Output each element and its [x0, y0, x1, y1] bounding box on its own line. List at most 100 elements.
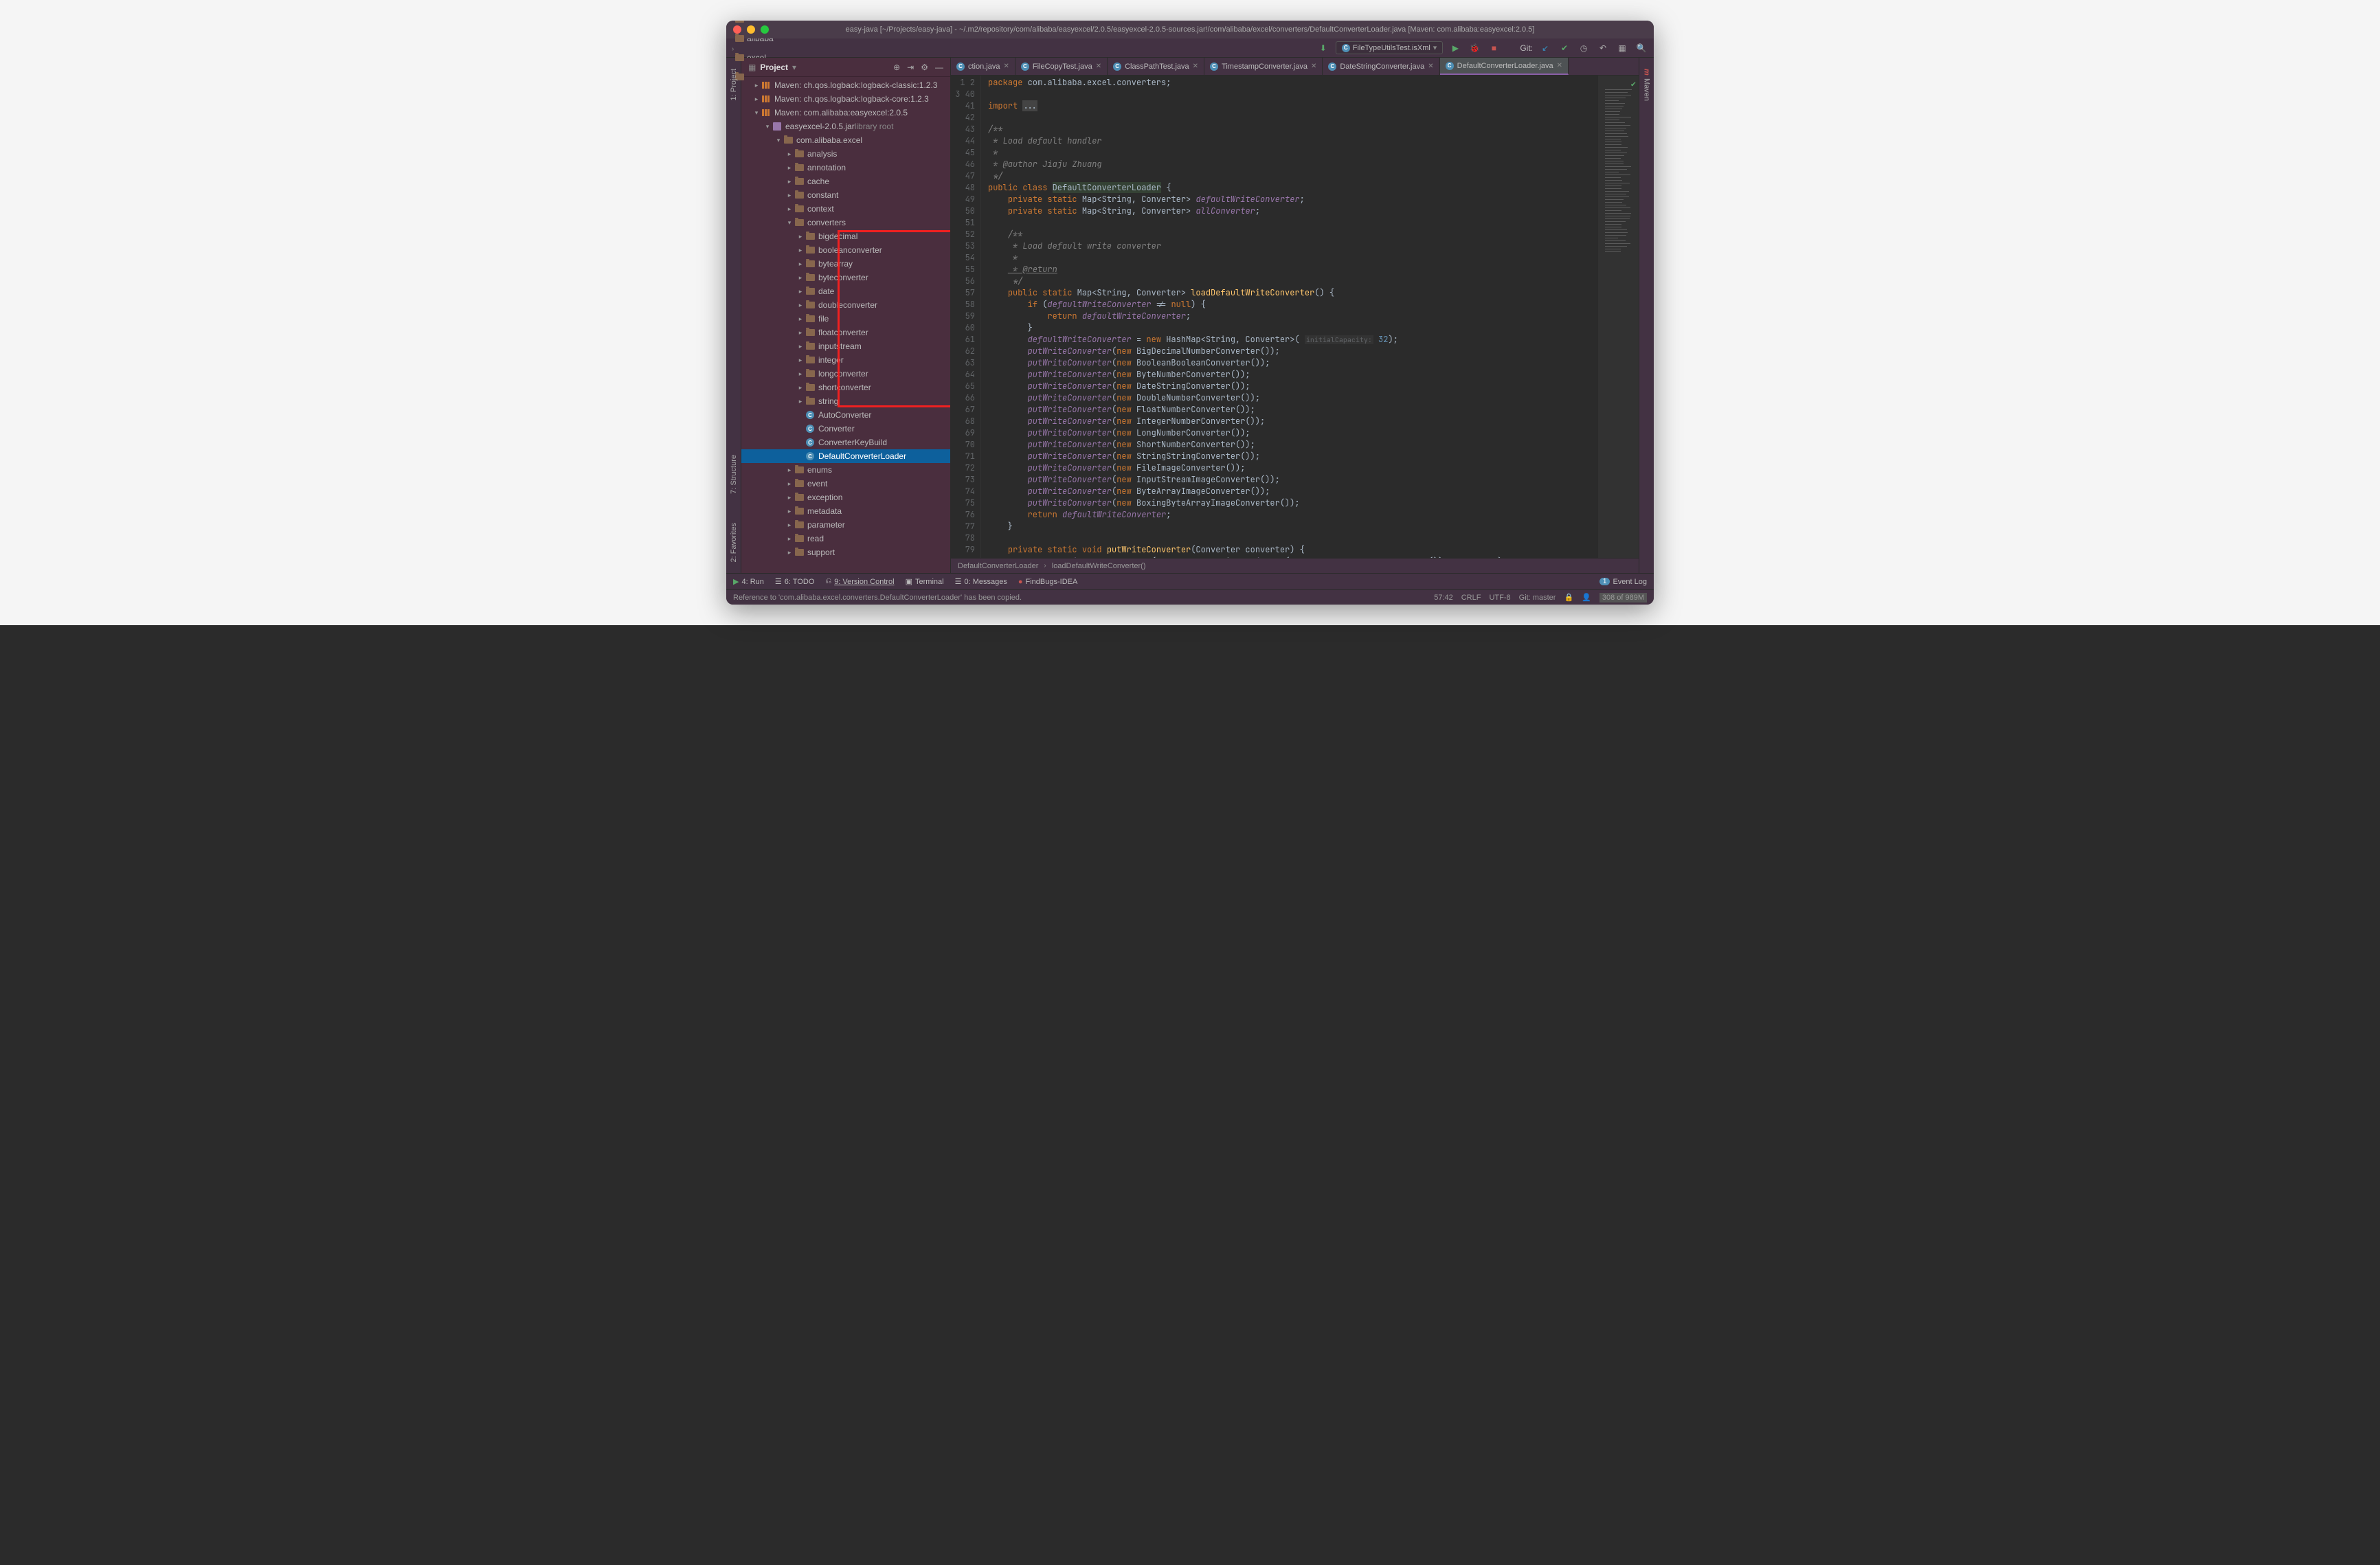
- editor-breadcrumbs: DefaultConverterLoader › loadDefaultWrit…: [951, 558, 1639, 573]
- project-sidebar: ▦ Project ▾ ⊕ ⇥ ⚙ — ▸Maven: ch.qos.logba…: [741, 58, 951, 573]
- tree-item[interactable]: ▸doubleconverter: [741, 298, 950, 312]
- tree-item[interactable]: ▸context: [741, 202, 950, 216]
- tree-item[interactable]: ▸event: [741, 477, 950, 491]
- bottom-toolbar: ▶4: Run ☰6: TODO ⎌9: Version Control ▣Te…: [726, 573, 1654, 589]
- vcs-commit-icon[interactable]: ✔: [1558, 41, 1571, 55]
- zoom-window[interactable]: [761, 25, 769, 34]
- tree-item[interactable]: CConverterKeyBuild: [741, 436, 950, 449]
- tree-item[interactable]: ▸file: [741, 312, 950, 326]
- editor-tab[interactable]: CDefaultConverterLoader.java✕: [1440, 58, 1569, 75]
- git-label: Git:: [1520, 43, 1533, 53]
- search-icon[interactable]: 🔍: [1635, 41, 1648, 55]
- tree-item[interactable]: ▾converters: [741, 216, 950, 229]
- tool-todo[interactable]: ☰6: TODO: [775, 577, 814, 586]
- tree-item[interactable]: ▸longconverter: [741, 367, 950, 381]
- close-tab-icon[interactable]: ✕: [1193, 63, 1198, 70]
- crumb[interactable]: loadDefaultWriteConverter(): [1052, 562, 1146, 570]
- event-log[interactable]: 1 Event Log: [1599, 578, 1647, 586]
- navigation-bar: easyexcel-2.0.5-sources.jar›com›alibaba›…: [726, 38, 1654, 58]
- collapse-icon[interactable]: ⇥: [907, 63, 914, 72]
- crumb[interactable]: DefaultConverterLoader: [958, 562, 1038, 570]
- close-tab-icon[interactable]: ✕: [1311, 63, 1316, 70]
- ide-settings-icon[interactable]: ▦: [1615, 41, 1629, 55]
- close-tab-icon[interactable]: ✕: [1557, 62, 1562, 69]
- encoding[interactable]: UTF-8: [1489, 594, 1510, 602]
- tree-item[interactable]: ▸support: [741, 545, 950, 559]
- lock-icon: 🔒: [1564, 593, 1573, 602]
- tree-item[interactable]: ▸Maven: ch.qos.logback:logback-core:1.2.…: [741, 92, 950, 106]
- tool-messages[interactable]: ☰0: Messages: [955, 577, 1007, 586]
- minimize-window[interactable]: [747, 25, 755, 34]
- line-ending[interactable]: CRLF: [1461, 594, 1481, 602]
- tree-item[interactable]: ▸bytearray: [741, 257, 950, 271]
- tree-item[interactable]: CConverter: [741, 422, 950, 436]
- tree-item[interactable]: ▸analysis: [741, 147, 950, 161]
- titlebar: easy-java [~/Projects/easy-java] - ~/.m2…: [726, 21, 1654, 38]
- class-icon: C: [1342, 44, 1350, 52]
- editor-tab[interactable]: Cction.java✕: [951, 58, 1015, 75]
- run-icon[interactable]: ▶: [1448, 41, 1462, 55]
- minimap[interactable]: ✔: [1597, 76, 1639, 558]
- tree-item[interactable]: CAutoConverter: [741, 408, 950, 422]
- tool-maven[interactable]: mMaven: [1641, 65, 1652, 105]
- tree-item[interactable]: ▸read: [741, 532, 950, 545]
- tree-item[interactable]: ▸enums: [741, 463, 950, 477]
- tree-item[interactable]: ▸exception: [741, 491, 950, 504]
- tree-item[interactable]: ▾com.alibaba.excel: [741, 133, 950, 147]
- project-tree[interactable]: ▸Maven: ch.qos.logback:logback-classic:1…: [741, 77, 950, 573]
- stop-icon[interactable]: ■: [1487, 41, 1501, 55]
- inspection-icon[interactable]: 👤: [1582, 593, 1591, 602]
- tool-run[interactable]: ▶4: Run: [733, 577, 764, 586]
- tree-item[interactable]: ▸string: [741, 394, 950, 408]
- run-config-selector[interactable]: C FileTypeUtilsTest.isXml ▾: [1336, 41, 1444, 54]
- tree-item[interactable]: ▸booleanconverter: [741, 243, 950, 257]
- hide-icon[interactable]: —: [935, 63, 943, 72]
- run-config-label: FileTypeUtilsTest.isXml: [1353, 44, 1430, 52]
- tree-item[interactable]: ▾easyexcel-2.0.5.jar library root: [741, 120, 950, 133]
- memory-indicator[interactable]: 308 of 989M: [1599, 593, 1647, 603]
- revert-icon[interactable]: ↶: [1596, 41, 1610, 55]
- tree-item[interactable]: CDefaultConverterLoader: [741, 449, 950, 463]
- tree-item[interactable]: ▸byteconverter: [741, 271, 950, 284]
- sidebar-title: Project: [760, 63, 788, 72]
- tree-item[interactable]: ▾Maven: com.alibaba:easyexcel:2.0.5: [741, 106, 950, 120]
- tree-item[interactable]: ▸bigdecimal: [741, 229, 950, 243]
- class-icon: C: [1021, 63, 1029, 71]
- tree-item[interactable]: ▸constant: [741, 188, 950, 202]
- tool-terminal[interactable]: ▣Terminal: [906, 577, 944, 586]
- tree-item[interactable]: ▸parameter: [741, 518, 950, 532]
- locate-icon[interactable]: ⊕: [893, 63, 900, 72]
- tree-item[interactable]: ▸metadata: [741, 504, 950, 518]
- tree-item[interactable]: ▸cache: [741, 174, 950, 188]
- tool-findbugs[interactable]: ●FindBugs-IDEA: [1018, 578, 1077, 586]
- close-tab-icon[interactable]: ✕: [1003, 63, 1009, 70]
- tree-item[interactable]: ▸shortconverter: [741, 381, 950, 394]
- tree-item[interactable]: ▸inputstream: [741, 339, 950, 353]
- status-message: Reference to 'com.alibaba.excel.converte…: [733, 594, 1022, 602]
- settings-icon[interactable]: ⚙: [921, 63, 928, 72]
- editor-tab[interactable]: CDateStringConverter.java✕: [1323, 58, 1439, 75]
- tree-item[interactable]: ▸annotation: [741, 161, 950, 174]
- tool-vcs[interactable]: ⎌9: Version Control: [825, 577, 894, 586]
- close-tab-icon[interactable]: ✕: [1096, 63, 1101, 70]
- history-icon[interactable]: ◷: [1577, 41, 1591, 55]
- vcs-update-icon[interactable]: ↙: [1538, 41, 1552, 55]
- tool-structure[interactable]: 7: Structure: [728, 451, 739, 498]
- tree-item[interactable]: ▸floatconverter: [741, 326, 950, 339]
- tree-item[interactable]: ▸integer: [741, 353, 950, 367]
- git-branch[interactable]: Git: master: [1519, 594, 1556, 602]
- tool-project[interactable]: 1: Project: [728, 65, 739, 104]
- debug-icon[interactable]: 🐞: [1468, 41, 1481, 55]
- build-icon[interactable]: ⬇︎: [1316, 41, 1330, 55]
- editor-tab[interactable]: CClassPathTest.java✕: [1108, 58, 1204, 75]
- close-window[interactable]: [733, 25, 741, 34]
- editor-tab[interactable]: CFileCopyTest.java✕: [1015, 58, 1108, 75]
- tree-item[interactable]: ▸Maven: ch.qos.logback:logback-classic:1…: [741, 78, 950, 92]
- event-badge: 1: [1599, 578, 1610, 585]
- tool-favorites[interactable]: 2: Favorites: [728, 519, 739, 566]
- tree-item[interactable]: ▸date: [741, 284, 950, 298]
- code-editor[interactable]: package com.alibaba.excel.converters; im…: [981, 76, 1597, 558]
- class-icon: C: [1210, 63, 1218, 71]
- editor-tab[interactable]: CTimestampConverter.java✕: [1204, 58, 1323, 75]
- close-tab-icon[interactable]: ✕: [1428, 63, 1433, 70]
